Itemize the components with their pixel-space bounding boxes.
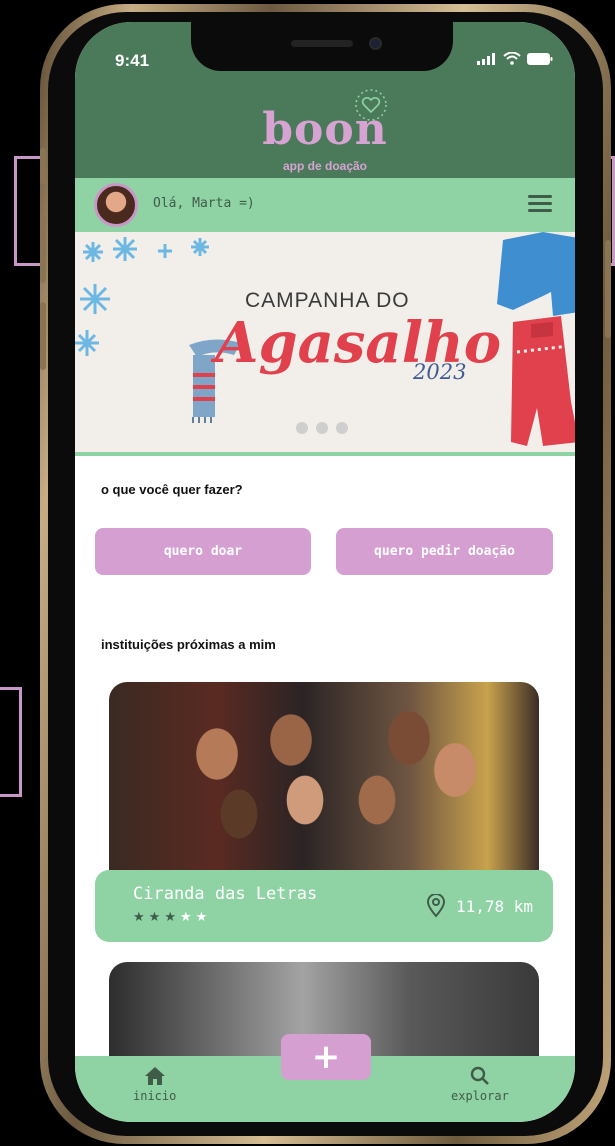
battery-icon xyxy=(527,52,553,65)
institution-photo[interactable] xyxy=(109,682,539,892)
avatar[interactable] xyxy=(94,183,138,227)
star-filled-icon: ★ xyxy=(133,910,149,925)
greeting-bar: Olá, Marta =) xyxy=(75,178,575,232)
star-empty-icon: ★ xyxy=(179,910,196,925)
brand-tagline: app de doação xyxy=(282,159,368,173)
power-button xyxy=(605,240,611,338)
status-icons xyxy=(477,52,553,65)
actions-section-title: o que você quer fazer? xyxy=(101,482,243,497)
hamburger-menu-icon[interactable] xyxy=(528,195,552,215)
mute-switch xyxy=(40,148,46,184)
volume-down-button xyxy=(40,302,46,370)
status-time: 9:41 xyxy=(115,51,150,70)
star-filled-icon: ★ xyxy=(148,910,165,925)
institution-name: Ciranda das Letras xyxy=(133,884,318,904)
speaker xyxy=(291,40,353,47)
greeting-text: Olá, Marta =) xyxy=(153,196,255,211)
institution-distance: 11,78 km xyxy=(426,894,533,918)
star-filled-icon: ★ xyxy=(164,910,180,925)
carousel-dots[interactable] xyxy=(296,422,348,434)
nearby-section-title: instituições próximas a mim xyxy=(101,637,276,652)
campaign-banner[interactable]: CAMPANHA DO Agasalho 2023 xyxy=(75,232,575,452)
institution-card[interactable]: Ciranda das Letras ★★★★★ 11,78 km xyxy=(95,870,553,942)
carousel-dot[interactable] xyxy=(296,422,308,434)
annotation-frame-left xyxy=(0,687,22,797)
carousel-dot[interactable] xyxy=(336,422,348,434)
request-donation-button[interactable]: quero pedir doação xyxy=(336,528,553,575)
banner-title-line3: 2023 xyxy=(413,360,467,384)
app-screen: 9:41 boon app de doação Olá, Marta =) CA… xyxy=(75,22,575,1122)
distance-text: 11,78 km xyxy=(455,896,533,916)
notch xyxy=(191,22,453,71)
front-camera xyxy=(369,37,382,50)
add-button[interactable]: + xyxy=(281,1034,371,1080)
volume-up-button xyxy=(40,215,46,283)
carousel-dot[interactable] xyxy=(316,422,328,434)
nav-explore[interactable]: explorar xyxy=(451,1066,509,1103)
rating-stars: ★★★★★ xyxy=(133,910,211,925)
star-empty-icon: ★ xyxy=(195,910,212,925)
signal-icon xyxy=(477,52,495,65)
nav-explore-label: explorar xyxy=(451,1089,509,1103)
brand-logo: boon xyxy=(262,104,388,155)
donate-button[interactable]: quero doar xyxy=(95,528,311,575)
search-icon xyxy=(470,1066,489,1085)
nav-home[interactable]: inicio xyxy=(133,1066,176,1103)
wifi-icon xyxy=(503,52,521,65)
location-pin-icon xyxy=(426,894,445,918)
home-icon xyxy=(144,1067,165,1085)
banner-divider xyxy=(75,452,575,456)
nav-home-label: inicio xyxy=(133,1089,177,1103)
